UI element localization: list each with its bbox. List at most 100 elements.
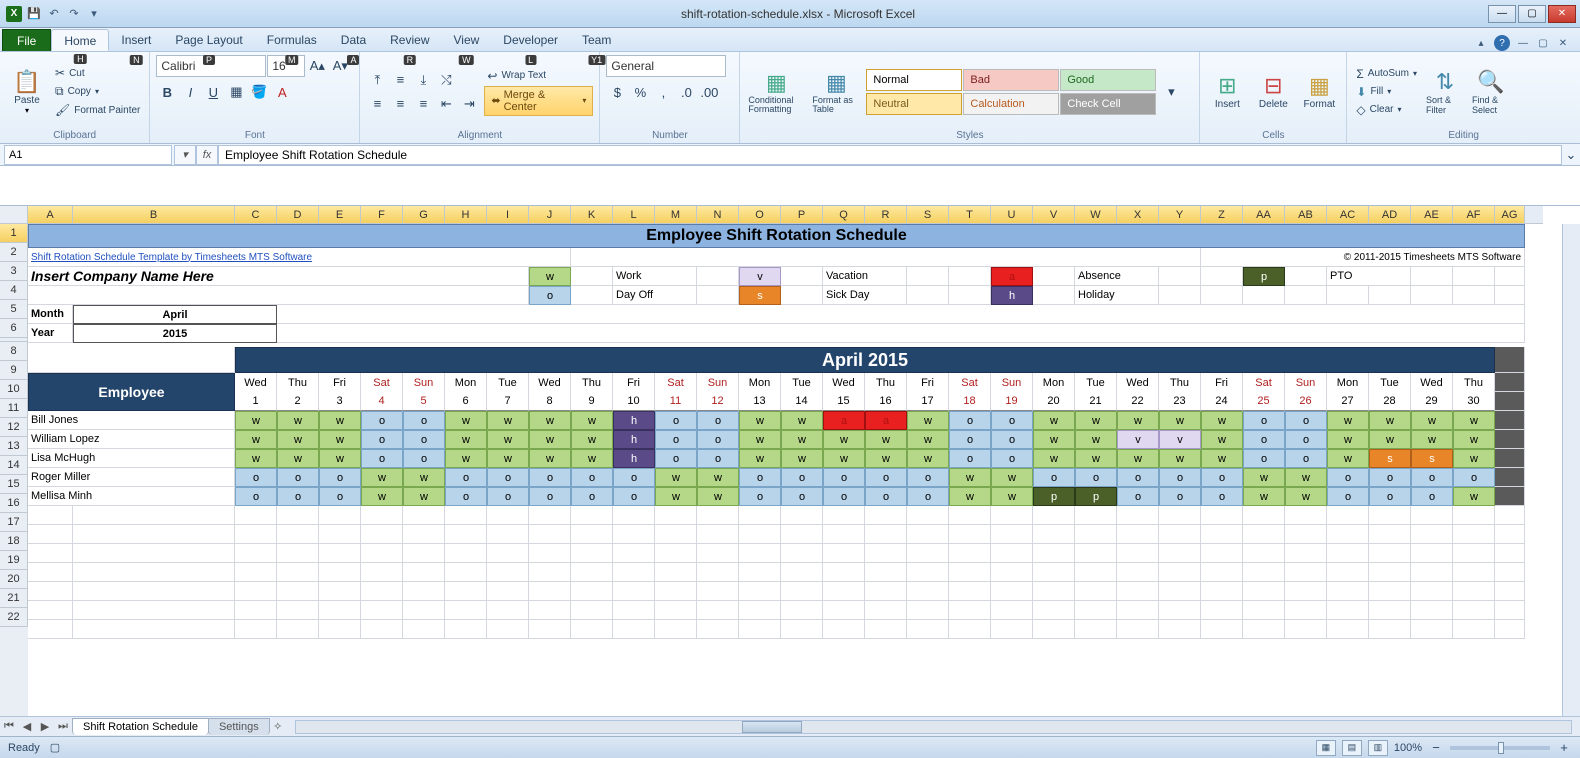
fx-icon[interactable]: fx [196, 145, 218, 165]
shift-3-13[interactable]: o [739, 468, 781, 487]
employee-3[interactable]: Roger Miller [28, 468, 235, 487]
shift-4-16[interactable]: o [865, 487, 907, 506]
shift-1-4[interactable]: o [361, 430, 403, 449]
maximize-button[interactable]: ▢ [1518, 5, 1546, 23]
row-header-1[interactable]: 1 [0, 224, 28, 243]
minimize-ribbon-icon[interactable]: ▴ [1474, 36, 1488, 50]
row-header-10[interactable]: 10 [0, 380, 28, 399]
row-header-11[interactable]: 11 [0, 399, 28, 418]
name-box[interactable] [4, 145, 172, 165]
row-header-12[interactable]: 12 [0, 418, 28, 437]
shift-3-18[interactable]: w [949, 468, 991, 487]
help-icon[interactable]: ? [1494, 35, 1510, 51]
shift-4-25[interactable]: w [1243, 487, 1285, 506]
shift-4-30[interactable]: w [1453, 487, 1495, 506]
row-header-4[interactable]: 4 [0, 281, 28, 300]
shift-3-14[interactable]: o [781, 468, 823, 487]
sheet-nav-first-icon[interactable]: ⏮ [0, 720, 18, 733]
indent-dec-icon[interactable]: ⇤ [435, 93, 457, 115]
number-format-combo[interactable] [606, 55, 726, 77]
formula-expand-icon[interactable]: ⌄ [1562, 144, 1580, 166]
col-header-AC[interactable]: AC [1327, 206, 1369, 224]
shift-3-5[interactable]: w [403, 468, 445, 487]
shift-4-9[interactable]: o [571, 487, 613, 506]
row-header-18[interactable]: 18 [0, 532, 28, 551]
shift-4-10[interactable]: o [613, 487, 655, 506]
shift-1-8[interactable]: w [529, 430, 571, 449]
row-header-14[interactable]: 14 [0, 456, 28, 475]
border-button[interactable]: ▦ [225, 81, 247, 103]
orientation-icon[interactable]: ⤭ [435, 69, 457, 91]
worksheet-grid[interactable]: 1234568910111213141516171819202122 Emplo… [0, 224, 1580, 716]
shift-1-18[interactable]: o [949, 430, 991, 449]
shift-2-20[interactable]: w [1033, 449, 1075, 468]
shift-2-12[interactable]: o [697, 449, 739, 468]
italic-button[interactable]: I [179, 81, 201, 103]
shift-4-6[interactable]: o [445, 487, 487, 506]
shift-3-15[interactable]: o [823, 468, 865, 487]
shift-4-29[interactable]: o [1411, 487, 1453, 506]
shift-1-23[interactable]: v [1159, 430, 1201, 449]
employee-2[interactable]: Lisa McHugh [28, 449, 235, 468]
shift-1-20[interactable]: w [1033, 430, 1075, 449]
shift-0-16[interactable]: a [865, 411, 907, 430]
find-select-button[interactable]: 🔍Find & Select [1470, 55, 1512, 128]
shift-4-15[interactable]: o [823, 487, 865, 506]
shift-1-13[interactable]: w [739, 430, 781, 449]
shift-0-22[interactable]: w [1117, 411, 1159, 430]
tab-formulas[interactable]: FormulasM [255, 29, 329, 51]
shift-3-25[interactable]: w [1243, 468, 1285, 487]
shift-0-18[interactable]: o [949, 411, 991, 430]
tab-page-layout[interactable]: Page LayoutP [163, 29, 254, 51]
sheet-insert-icon[interactable]: ✧ [269, 720, 287, 733]
shift-1-7[interactable]: w [487, 430, 529, 449]
currency-icon[interactable]: $ [606, 81, 628, 103]
shift-0-13[interactable]: w [739, 411, 781, 430]
shift-3-26[interactable]: w [1285, 468, 1327, 487]
shift-0-21[interactable]: w [1075, 411, 1117, 430]
shift-0-6[interactable]: w [445, 411, 487, 430]
minimize-button[interactable]: — [1488, 5, 1516, 23]
shift-2-18[interactable]: o [949, 449, 991, 468]
shift-0-24[interactable]: w [1201, 411, 1243, 430]
font-color-button[interactable]: A [271, 81, 293, 103]
employee-4[interactable]: Mellisa Minh [28, 487, 235, 506]
fill-button[interactable]: ⬇Fill▾ [1353, 84, 1420, 100]
format-as-table-button[interactable]: ▦Format as Table [810, 55, 862, 128]
shift-1-22[interactable]: v [1117, 430, 1159, 449]
file-tab[interactable]: File [2, 29, 51, 51]
shift-4-2[interactable]: o [277, 487, 319, 506]
shift-3-3[interactable]: o [319, 468, 361, 487]
col-header-AB[interactable]: AB [1285, 206, 1327, 224]
col-header-B[interactable]: B [73, 206, 235, 224]
shift-0-14[interactable]: w [781, 411, 823, 430]
shift-3-22[interactable]: o [1117, 468, 1159, 487]
row-header-19[interactable]: 19 [0, 551, 28, 570]
shift-2-27[interactable]: w [1327, 449, 1369, 468]
shift-1-25[interactable]: o [1243, 430, 1285, 449]
shift-1-14[interactable]: w [781, 430, 823, 449]
shift-4-1[interactable]: o [235, 487, 277, 506]
shift-0-23[interactable]: w [1159, 411, 1201, 430]
shift-4-23[interactable]: o [1159, 487, 1201, 506]
shift-0-30[interactable]: w [1453, 411, 1495, 430]
shift-1-26[interactable]: o [1285, 430, 1327, 449]
col-header-I[interactable]: I [487, 206, 529, 224]
shift-0-9[interactable]: w [571, 411, 613, 430]
col-header-S[interactable]: S [907, 206, 949, 224]
shift-0-20[interactable]: w [1033, 411, 1075, 430]
col-header-C[interactable]: C [235, 206, 277, 224]
formula-input[interactable] [218, 145, 1562, 165]
col-header-Y[interactable]: Y [1159, 206, 1201, 224]
clear-button[interactable]: ◇Clear▾ [1353, 102, 1420, 118]
shift-0-27[interactable]: w [1327, 411, 1369, 430]
shift-1-30[interactable]: w [1453, 430, 1495, 449]
col-header-Q[interactable]: Q [823, 206, 865, 224]
shift-1-10[interactable]: h [613, 430, 655, 449]
shift-0-1[interactable]: w [235, 411, 277, 430]
shift-3-29[interactable]: o [1411, 468, 1453, 487]
shift-0-2[interactable]: w [277, 411, 319, 430]
shift-4-27[interactable]: o [1327, 487, 1369, 506]
shift-4-17[interactable]: o [907, 487, 949, 506]
sheet-nav-next-icon[interactable]: ▶ [36, 720, 54, 733]
